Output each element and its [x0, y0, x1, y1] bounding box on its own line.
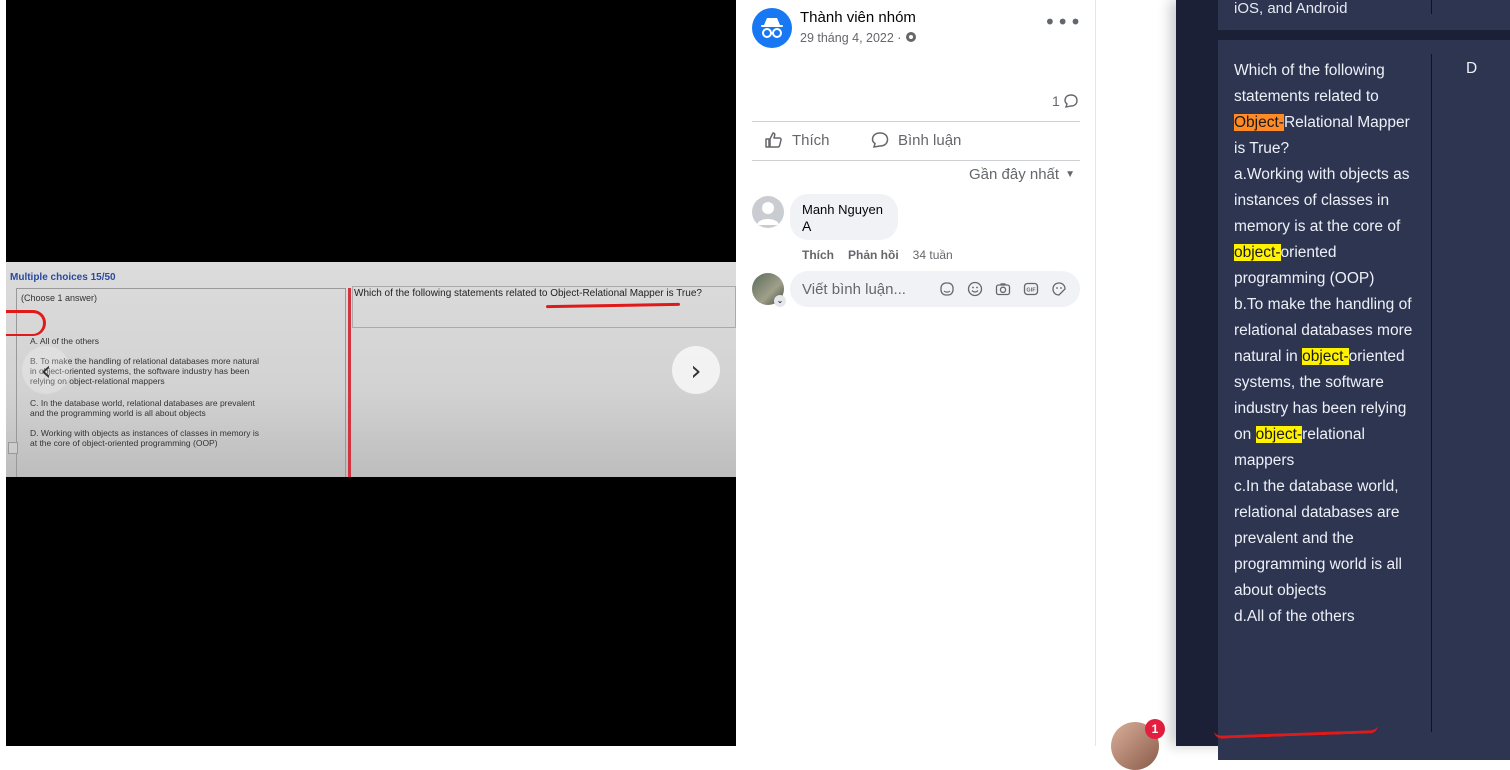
caret-down-icon: ▼ — [1065, 169, 1075, 180]
composer-icons: GIF — [938, 280, 1068, 298]
question-photo: Multiple choices 15/50 (Choose 1 answer)… — [6, 262, 736, 477]
comment-actions: Thích Phản hồi 34 tuần — [802, 248, 953, 262]
photo-red-divider — [348, 288, 351, 477]
search-highlight: object- — [1234, 244, 1281, 261]
previous-card-text: iOS, and Android — [1234, 0, 1348, 17]
comment-input[interactable] — [802, 280, 938, 298]
comment-count-value: 1 — [1052, 93, 1060, 109]
speech-bubble-icon — [1064, 94, 1078, 108]
comment-composer: GIF — [790, 271, 1080, 307]
comment-button[interactable]: Bình luận — [870, 130, 961, 150]
chat-unread-badge: 1 — [1145, 719, 1165, 739]
comment-reply-link[interactable]: Phản hồi — [848, 248, 899, 262]
photo-checkbox — [8, 442, 18, 454]
comment-label: Bình luận — [898, 131, 962, 149]
chevron-left-icon: ‹ — [40, 353, 52, 387]
option-d-text: d.All of the others — [1234, 608, 1355, 625]
answer-value: D — [1466, 60, 1478, 77]
thumbs-up-icon — [765, 132, 782, 148]
current-user-avatar[interactable]: ⌄ — [752, 273, 786, 307]
search-highlight: object- — [1302, 348, 1349, 365]
photo-choose-label: (Choose 1 answer) — [21, 293, 98, 303]
incognito-icon — [761, 18, 783, 38]
question-card: Which of the following statements relate… — [1218, 40, 1510, 760]
previous-question-card: iOS, and Android — [1218, 0, 1510, 30]
post-date[interactable]: 29 tháng 4, 2022 · — [800, 31, 901, 45]
search-highlight: object- — [1255, 426, 1303, 443]
photo-mc-title: Multiple choices 15/50 — [10, 272, 116, 283]
emoji-icon[interactable] — [966, 280, 984, 298]
gif-icon[interactable]: GIF — [1022, 280, 1040, 298]
svg-text:GIF: GIF — [1026, 288, 1036, 294]
page-gap — [1096, 0, 1176, 746]
photo-option-a: A. All of the others — [30, 336, 99, 346]
chevron-right-icon: › — [690, 353, 702, 387]
commenter-avatar[interactable] — [752, 196, 784, 228]
more-options-button[interactable]: ••• — [1044, 10, 1083, 42]
comment-icon — [871, 132, 889, 148]
like-button[interactable]: Thích — [764, 130, 830, 150]
globe-icon — [905, 32, 916, 42]
photo-option-d: D. Working with objects as instances of … — [30, 428, 259, 448]
avatar-sticker-icon[interactable] — [938, 280, 956, 298]
commenter-name[interactable]: Manh Nguyen — [802, 202, 886, 217]
sticker-icon[interactable] — [1050, 280, 1068, 298]
photo-option-c: C. In the database world, relational dat… — [30, 398, 255, 418]
chevron-down-icon[interactable]: ⌄ — [774, 295, 786, 307]
photo-question: Which of the following statements relate… — [354, 288, 702, 299]
comment-count[interactable]: 1 — [1052, 93, 1079, 109]
default-user-icon — [757, 202, 779, 225]
divider — [752, 160, 1080, 161]
post-meta: 29 tháng 4, 2022 · — [800, 31, 917, 45]
comment-text: A — [802, 218, 812, 234]
next-photo-button[interactable]: › — [672, 346, 720, 394]
sort-label: Gần đây nhất — [969, 166, 1060, 183]
comment-like-link[interactable]: Thích — [802, 248, 834, 262]
question-text: Which of the following statements relate… — [1234, 58, 1414, 630]
q-part: Which of the following statements relate… — [1234, 62, 1385, 105]
divider — [752, 121, 1080, 122]
option-a-text: a.Working with objects as instances of c… — [1234, 166, 1410, 235]
column-divider — [1431, 0, 1432, 14]
author-name[interactable]: Thành viên nhóm — [800, 9, 916, 26]
search-highlight-current: Object- — [1234, 114, 1284, 131]
ellipsis-icon: ••• — [1044, 10, 1083, 34]
comment-time[interactable]: 34 tuần — [913, 248, 953, 262]
anonymous-member-avatar[interactable] — [752, 8, 792, 48]
previous-photo-button[interactable]: ‹ — [22, 346, 70, 394]
like-label: Thích — [792, 131, 830, 149]
sort-comments-dropdown[interactable]: Gần đây nhất ▼ — [969, 166, 1075, 183]
comment-bubble: Manh Nguyen A — [790, 194, 898, 240]
photo-red-scribble — [6, 310, 46, 336]
answer-sidebar: iOS, and Android Which of the following … — [1176, 0, 1510, 760]
photo-viewer: Multiple choices 15/50 (Choose 1 answer)… — [6, 0, 736, 746]
option-c-text: c.In the database world, relational data… — [1234, 478, 1402, 599]
column-divider — [1431, 54, 1432, 732]
camera-icon[interactable] — [994, 280, 1012, 298]
post-panel: Thành viên nhóm 29 tháng 4, 2022 · ••• 1… — [736, 0, 1096, 746]
